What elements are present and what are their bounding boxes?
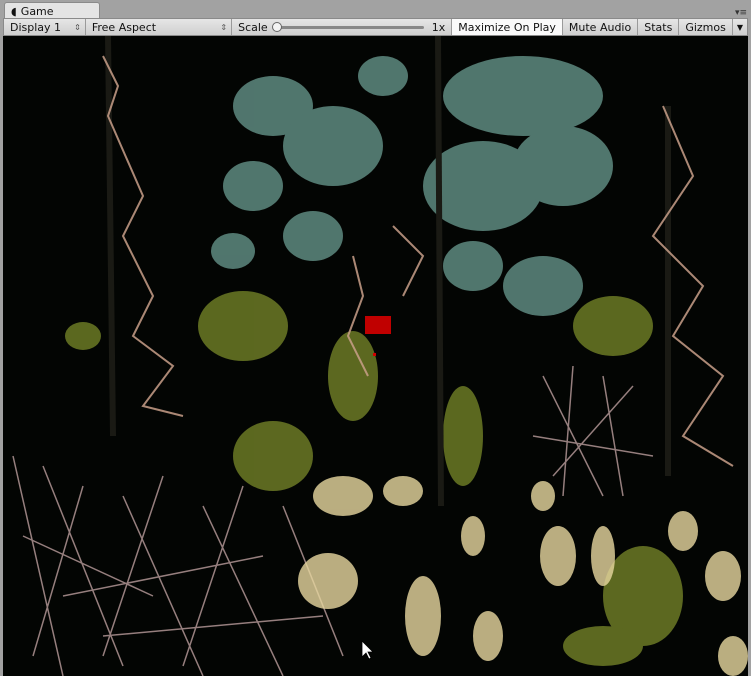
scale-control: Scale 1x bbox=[232, 19, 453, 35]
scale-label: Scale bbox=[238, 20, 268, 34]
tab-bar: ◖ Game ▾≡ bbox=[0, 0, 751, 20]
unity-game-icon: ◖ bbox=[11, 5, 17, 18]
updown-icon: ⇕ bbox=[74, 22, 81, 32]
aspect-dropdown[interactable]: Free Aspect ⇕ bbox=[86, 19, 233, 35]
dropdown-arrow-icon: ▼ bbox=[736, 22, 743, 32]
yellow-foliage bbox=[65, 291, 683, 666]
forest-scene bbox=[12, 36, 748, 676]
window-menu-icon[interactable]: ▾≡ bbox=[735, 8, 747, 18]
display-dropdown[interactable]: Display 1 ⇕ bbox=[4, 19, 86, 35]
maximize-on-play-toggle[interactable]: Maximize On Play bbox=[452, 19, 563, 35]
mouse-cursor-icon bbox=[361, 640, 374, 660]
dry-branches bbox=[102, 55, 734, 467]
red-marker bbox=[365, 316, 391, 334]
scale-value: 1x bbox=[431, 20, 446, 34]
pink-bushes bbox=[12, 365, 654, 676]
aspect-label: Free Aspect bbox=[91, 20, 157, 34]
mute-label: Mute Audio bbox=[568, 20, 632, 34]
gizmos-toggle[interactable]: Gizmos bbox=[679, 19, 733, 35]
game-toolbar: Display 1 ⇕ Free Aspect ⇕ Scale 1x Maxim… bbox=[3, 18, 748, 36]
updown-icon: ⇕ bbox=[220, 22, 228, 32]
tab-label: Game bbox=[20, 5, 54, 18]
gizmos-label: Gizmos bbox=[685, 20, 726, 34]
mute-audio-toggle[interactable]: Mute Audio bbox=[563, 19, 639, 35]
display-label: Display 1 bbox=[10, 20, 62, 34]
gizmos-dropdown[interactable]: ▼ bbox=[733, 19, 747, 35]
scale-slider-knob[interactable] bbox=[271, 21, 282, 32]
red-dot bbox=[373, 353, 376, 356]
scale-slider[interactable] bbox=[271, 21, 424, 32]
maximize-label: Maximize On Play bbox=[458, 20, 556, 34]
stats-label: Stats bbox=[644, 20, 673, 34]
stats-toggle[interactable]: Stats bbox=[638, 19, 680, 35]
game-viewport[interactable] bbox=[3, 36, 748, 676]
